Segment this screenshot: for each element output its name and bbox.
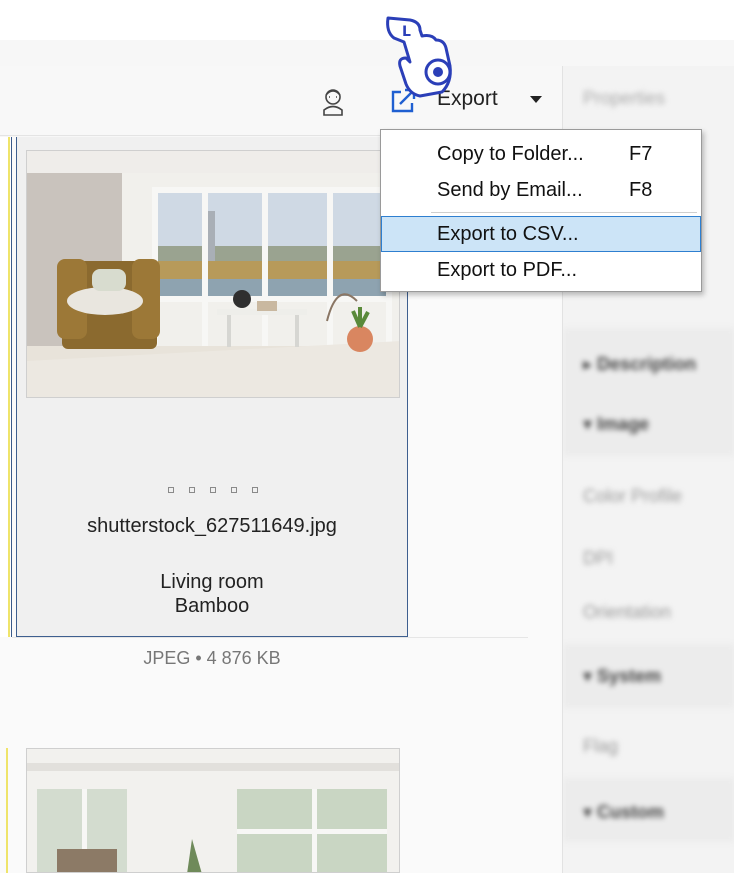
file-caption: Living room Bamboo [16,570,408,618]
properties-row: DPI [583,548,614,568]
properties-section-system[interactable]: ▾ System [583,666,661,687]
properties-section-image[interactable]: ▾ Image [583,414,649,435]
user-icon [323,89,343,116]
rating-slot[interactable] [189,487,195,493]
window-top-strip [0,0,734,40]
properties-header: Properties [583,88,666,108]
menu-item-export-to-csv[interactable]: Export to CSV... [381,216,701,252]
menu-item-export-to-pdf[interactable]: Export to PDF... [381,252,701,288]
rating-slot[interactable] [231,487,237,493]
properties-row: Color Profile [583,486,683,506]
file-meta: JPEG • 4 876 KB [143,648,281,668]
previous-card-edge-2 [0,748,10,873]
rating-stars[interactable] [168,487,268,493]
export-dropdown-menu: Copy to Folder... F7 Send by Email... F8… [380,129,702,292]
menu-item-shortcut: F8 [629,179,653,201]
hand-pointer-cursor: L [380,6,460,102]
menu-item-label: Send by Email... [437,179,583,201]
caption-line-2: Bamboo [174,595,250,617]
thumbnail-image-living-room[interactable] [26,150,400,398]
living-room-photo [27,151,399,397]
menu-item-label: Export to PDF... [437,259,578,281]
left-click-hand-icon: L [386,16,452,98]
rating-slot[interactable] [168,487,174,493]
svg-text:L: L [402,24,411,40]
user-button[interactable] [316,85,350,119]
menu-item-label: Export to CSV... [437,223,579,245]
menu-item-shortcut: F7 [629,143,653,165]
file-name: shutterstock_627511649.jpg [87,515,337,537]
previous-card-edge [0,137,12,637]
card-divider [12,637,528,638]
menu-item-send-by-email[interactable]: Send by Email... F8 [381,172,701,208]
rating-slot[interactable] [210,487,216,493]
menu-item-label: Copy to Folder... [437,143,584,165]
rating-slot[interactable] [252,487,258,493]
second-room-photo [27,749,399,872]
menu-separator [431,212,697,213]
properties-row: Flag [583,736,619,756]
caption-line-1: Living room [160,571,264,593]
chevron-down-icon[interactable] [530,96,542,103]
properties-row: Orientation [583,602,672,622]
thumbnail-image-2[interactable] [26,748,400,873]
menu-item-copy-to-folder[interactable]: Copy to Folder... F7 [381,136,701,172]
properties-section-description[interactable]: ▸ Description [583,354,696,375]
properties-section-custom[interactable]: ▾ Custom [583,802,664,823]
